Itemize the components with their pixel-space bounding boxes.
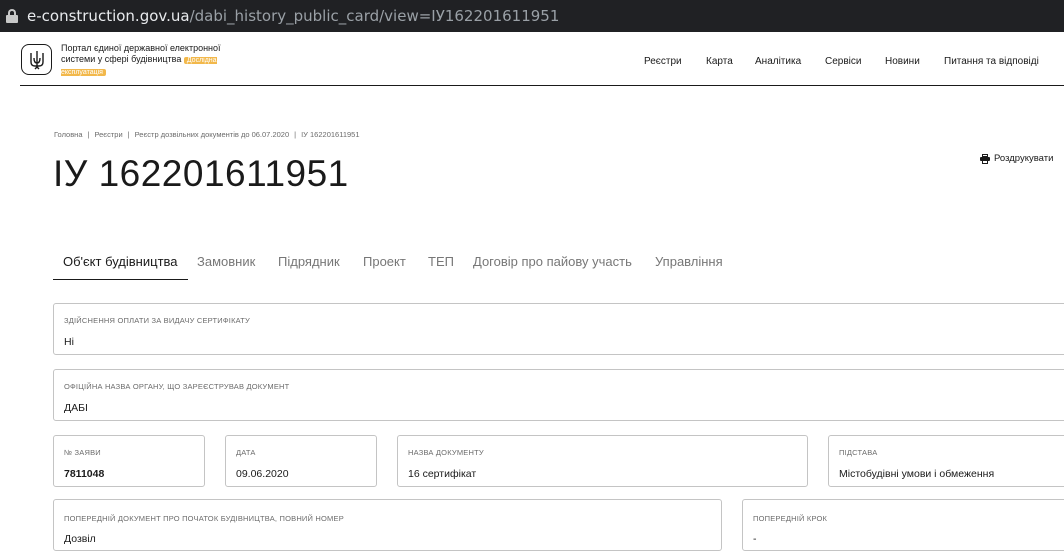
tab-project[interactable]: Проект: [363, 254, 406, 280]
browser-address-bar[interactable]: e-construction.gov.ua/dabi_history_publi…: [0, 0, 1064, 32]
breadcrumb: Головна | Реєстри | Реєстр дозвільних докуме…: [54, 130, 360, 139]
printer-icon: [980, 153, 990, 164]
field-application-number-label: № заяви: [64, 448, 101, 457]
portal-name[interactable]: Портал єдиної державної електронної сист…: [61, 43, 221, 78]
field-previous-document-label: Попередній документ про початок будівниц…: [64, 514, 344, 523]
field-basis-value: Містобудівні умови і обмеження: [839, 468, 995, 480]
tab-construction-object[interactable]: Об'єкт будівництва: [53, 254, 188, 280]
field-previous-document: Попередній документ про початок будівниц…: [53, 499, 722, 551]
url-text[interactable]: e-construction.gov.ua/dabi_history_publi…: [27, 7, 559, 25]
tab-management[interactable]: Управління: [655, 254, 723, 280]
field-authority-value: ДАБІ: [64, 402, 88, 414]
field-payment-label: Здійснення оплати за видачу сертифікату: [64, 316, 250, 325]
nav-services[interactable]: Сервіси: [825, 56, 861, 67]
nav-registries[interactable]: Реєстри: [644, 56, 682, 67]
field-previous-step-label: Попередній крок: [753, 514, 828, 523]
trident-icon: [29, 50, 44, 69]
field-application-number-value: 7811048: [64, 468, 105, 480]
field-payment: Здійснення оплати за видачу сертифікату …: [53, 303, 1064, 355]
url-path: /dabi_history_public_card/view=ІУ1622016…: [189, 7, 560, 25]
field-basis-label: Підстава: [839, 448, 878, 457]
page-title: ІУ 162201611951: [53, 153, 349, 194]
field-previous-step: Попередній крок -: [742, 499, 1064, 551]
lock-icon: [6, 9, 18, 23]
field-document-name-label: Назва документу: [408, 448, 484, 457]
breadcrumb-registry[interactable]: Реєстр дозвільних документів до 06.07.20…: [135, 130, 290, 139]
field-application-number: № заяви 7811048: [53, 435, 205, 487]
breadcrumb-current: ІУ 162201611951: [301, 130, 360, 139]
field-basis: Підстава Містобудівні умови і обмеження: [828, 435, 1064, 487]
field-authority-label: Офіційна назва органу, що зареєстрував д…: [64, 382, 290, 391]
field-previous-document-value: Дозвіл: [64, 533, 96, 545]
tab-customer[interactable]: Замовник: [197, 254, 255, 280]
field-date-value: 09.06.2020: [236, 468, 289, 480]
field-document-name: Назва документу 16 сертифікат: [397, 435, 808, 487]
tab-tep[interactable]: ТЕП: [428, 254, 454, 280]
nav-analytics[interactable]: Аналітика: [755, 56, 801, 67]
field-authority: Офіційна назва органу, що зареєстрував д…: [53, 369, 1064, 421]
tab-shared-contract[interactable]: Договір про пайову участь: [473, 254, 632, 280]
tab-contractor[interactable]: Підрядник: [278, 254, 340, 280]
nav-map[interactable]: Карта: [706, 56, 733, 67]
print-button[interactable]: Роздрукувати: [980, 153, 1053, 164]
nav-news[interactable]: Новини: [885, 56, 920, 67]
field-date-label: Дата: [236, 448, 256, 457]
field-payment-value: Ні: [64, 336, 74, 348]
field-document-name-value: 16 сертифікат: [408, 468, 477, 480]
print-label: Роздрукувати: [994, 153, 1054, 164]
field-date: Дата 09.06.2020: [225, 435, 377, 487]
trident-logo[interactable]: [21, 44, 52, 75]
site-header: Портал єдиної державної електронної сист…: [0, 32, 1064, 86]
breadcrumb-home[interactable]: Головна: [54, 130, 83, 139]
breadcrumb-registries[interactable]: Реєстри: [94, 130, 122, 139]
field-previous-step-value: -: [753, 533, 757, 545]
url-domain: e-construction.gov.ua: [27, 7, 190, 25]
nav-faq[interactable]: Питання та відповіді: [944, 56, 1039, 67]
header-divider: [20, 85, 1064, 86]
